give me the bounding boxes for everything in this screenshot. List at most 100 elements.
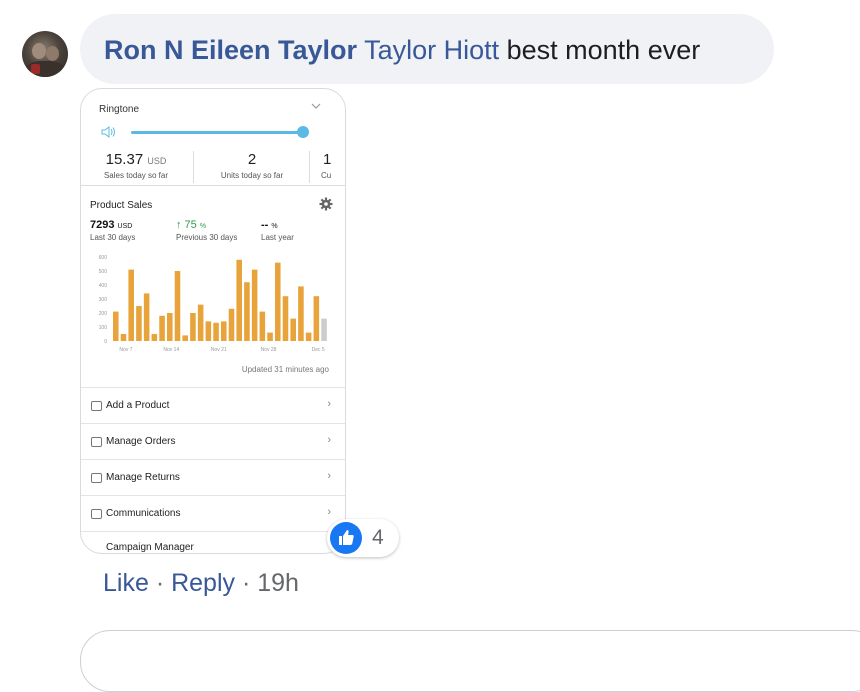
bar	[205, 321, 212, 341]
returns-icon	[91, 473, 102, 483]
bar	[321, 318, 327, 341]
x-tick-label: Nov 14	[163, 347, 179, 353]
menu-item-manage-returns[interactable]: Manage Returns ›	[81, 459, 345, 495]
stats-row: 15.37 USD Sales today so far 2 Units tod…	[81, 149, 345, 186]
bar	[251, 269, 258, 341]
menu-item-communications[interactable]: Communications ›	[81, 495, 345, 531]
y-tick-label: 500	[99, 269, 108, 275]
metric-prev30-label: Previous 30 days	[176, 233, 238, 242]
menu-item-manage-orders[interactable]: Manage Orders ›	[81, 423, 345, 459]
divider	[193, 151, 194, 183]
stat-value: 2	[247, 151, 257, 168]
comment-actions: Like · Reply · 19h	[103, 567, 299, 599]
bar	[136, 306, 142, 341]
bar	[213, 322, 219, 341]
bar	[151, 334, 158, 341]
menu-item-label: Manage Orders	[106, 436, 176, 447]
y-tick-label: 600	[99, 255, 108, 261]
bar	[159, 315, 165, 341]
y-tick-label: 400	[99, 283, 108, 289]
bar	[236, 259, 242, 341]
volume-slider-track	[131, 131, 303, 134]
avatar-face	[46, 46, 59, 61]
tag-icon	[91, 401, 102, 411]
avatar[interactable]	[22, 31, 68, 77]
bar	[190, 313, 196, 341]
bar	[167, 313, 173, 341]
x-tick-label: Nov 7	[119, 347, 132, 353]
chevron-right-icon: ›	[327, 470, 331, 482]
y-tick-label: 100	[99, 325, 108, 331]
stat-label: Sales today so far	[103, 171, 169, 180]
separator: ·	[148, 569, 172, 597]
stat-units-today: 2 Units today so far	[197, 149, 307, 185]
like-link[interactable]: Like	[103, 569, 149, 597]
stat-label: Units today so far	[220, 171, 284, 180]
menu-item-label: Manage Returns	[106, 472, 180, 483]
speaker-icon	[100, 125, 118, 139]
bar	[267, 332, 273, 341]
reaction-count: 4	[372, 526, 384, 549]
y-tick-label: 0	[104, 339, 107, 345]
comment-text: Ron N Eileen Taylor Taylor Hiott best mo…	[104, 33, 700, 67]
menu-list: Add a Product › Manage Orders › Manage R…	[81, 387, 345, 553]
metric-prev30-value: ↑ 75 %	[176, 219, 207, 231]
y-tick-label: 200	[99, 311, 108, 317]
bar	[143, 293, 150, 341]
bar	[282, 296, 289, 341]
gear-icon	[319, 197, 333, 211]
avatar-face	[32, 43, 46, 59]
bar	[275, 262, 281, 341]
separator: ·	[235, 569, 258, 597]
bar	[228, 308, 235, 341]
reply-link[interactable]: Reply	[171, 569, 235, 597]
stat-label: Cu	[321, 171, 332, 180]
stat-value: 15.37	[105, 151, 144, 168]
comment-mention[interactable]: Taylor Hiott	[364, 35, 499, 65]
comment-timestamp[interactable]: 19h	[257, 569, 299, 597]
metric-lastyear-value: -- %	[261, 219, 278, 231]
comment-author[interactable]: Ron N Eileen Taylor	[104, 35, 357, 65]
chat-icon	[91, 509, 102, 519]
next-comment-box[interactable]	[80, 630, 860, 692]
y-tick-label: 300	[99, 297, 108, 303]
x-tick-label: Dec 5	[312, 347, 325, 353]
stat-value: 1	[323, 151, 332, 168]
chevron-down-icon	[311, 102, 321, 113]
bar	[290, 318, 296, 341]
x-tick-label: Nov 21	[211, 347, 227, 353]
chevron-right-icon: ›	[327, 398, 331, 410]
metric-last30-value: 7293 USD	[90, 219, 133, 231]
menu-item-label: Add a Product	[106, 400, 170, 411]
ringtone-label: Ringtone	[99, 104, 140, 115]
metric-lastyear-label: Last year	[261, 233, 294, 242]
bar	[221, 321, 227, 341]
reaction-badge[interactable]: 4	[327, 519, 399, 557]
menu-item-add-product[interactable]: Add a Product ›	[81, 387, 345, 423]
bar	[259, 311, 266, 341]
bar	[174, 271, 181, 341]
updated-text: Updated 31 minutes ago	[241, 365, 329, 374]
sales-chart: 600 500 400 300 200 100 0 Nov 7 Nov 14 Nov 21 Nov …	[99, 255, 327, 353]
bar	[305, 332, 312, 341]
chevron-right-icon: ›	[327, 434, 331, 446]
volume-slider-knob	[297, 126, 309, 138]
x-tick-label: Nov 28	[261, 347, 277, 353]
bar	[120, 334, 127, 341]
bar	[313, 296, 320, 341]
stat-unit: USD	[147, 156, 167, 166]
attached-image[interactable]: Ringtone 15.37 USD Sales today so far 2 …	[80, 88, 346, 554]
chevron-right-icon: ›	[327, 506, 331, 518]
divider	[309, 151, 310, 183]
bar	[113, 311, 119, 341]
bar	[128, 269, 134, 341]
bar	[298, 286, 304, 341]
menu-item-label: Communications	[106, 508, 181, 519]
metric-last30-label: Last 30 days	[90, 233, 136, 242]
avatar-detail	[31, 64, 40, 74]
bar	[182, 335, 188, 341]
like-icon	[330, 522, 362, 554]
menu-item-label: Campaign Manager	[106, 542, 194, 553]
bar	[197, 304, 204, 341]
menu-item-campaign-manager[interactable]: Campaign Manager	[81, 531, 345, 553]
